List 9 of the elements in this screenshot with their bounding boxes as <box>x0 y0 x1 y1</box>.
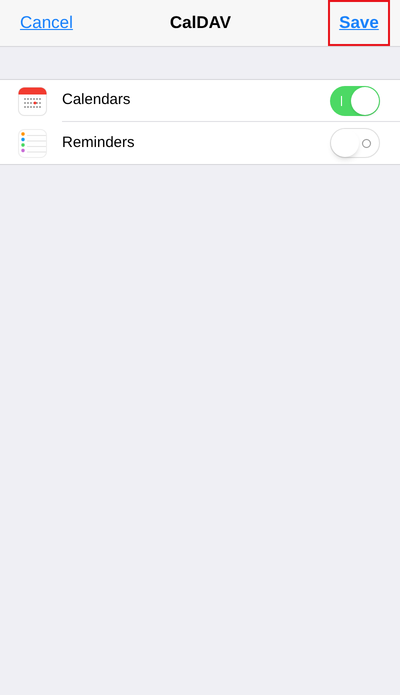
list-icon <box>18 128 47 158</box>
calendar-icon <box>18 86 47 116</box>
cancel-link[interactable]: Cancel <box>20 10 73 36</box>
row-label: Calendars <box>62 90 132 110</box>
window-title: CalDAV <box>170 12 231 34</box>
toggle-switch[interactable] <box>330 128 380 158</box>
toggle-switch[interactable] <box>330 86 380 116</box>
row-label: Reminders <box>62 132 136 153</box>
save-link[interactable]: Save <box>328 0 390 46</box>
